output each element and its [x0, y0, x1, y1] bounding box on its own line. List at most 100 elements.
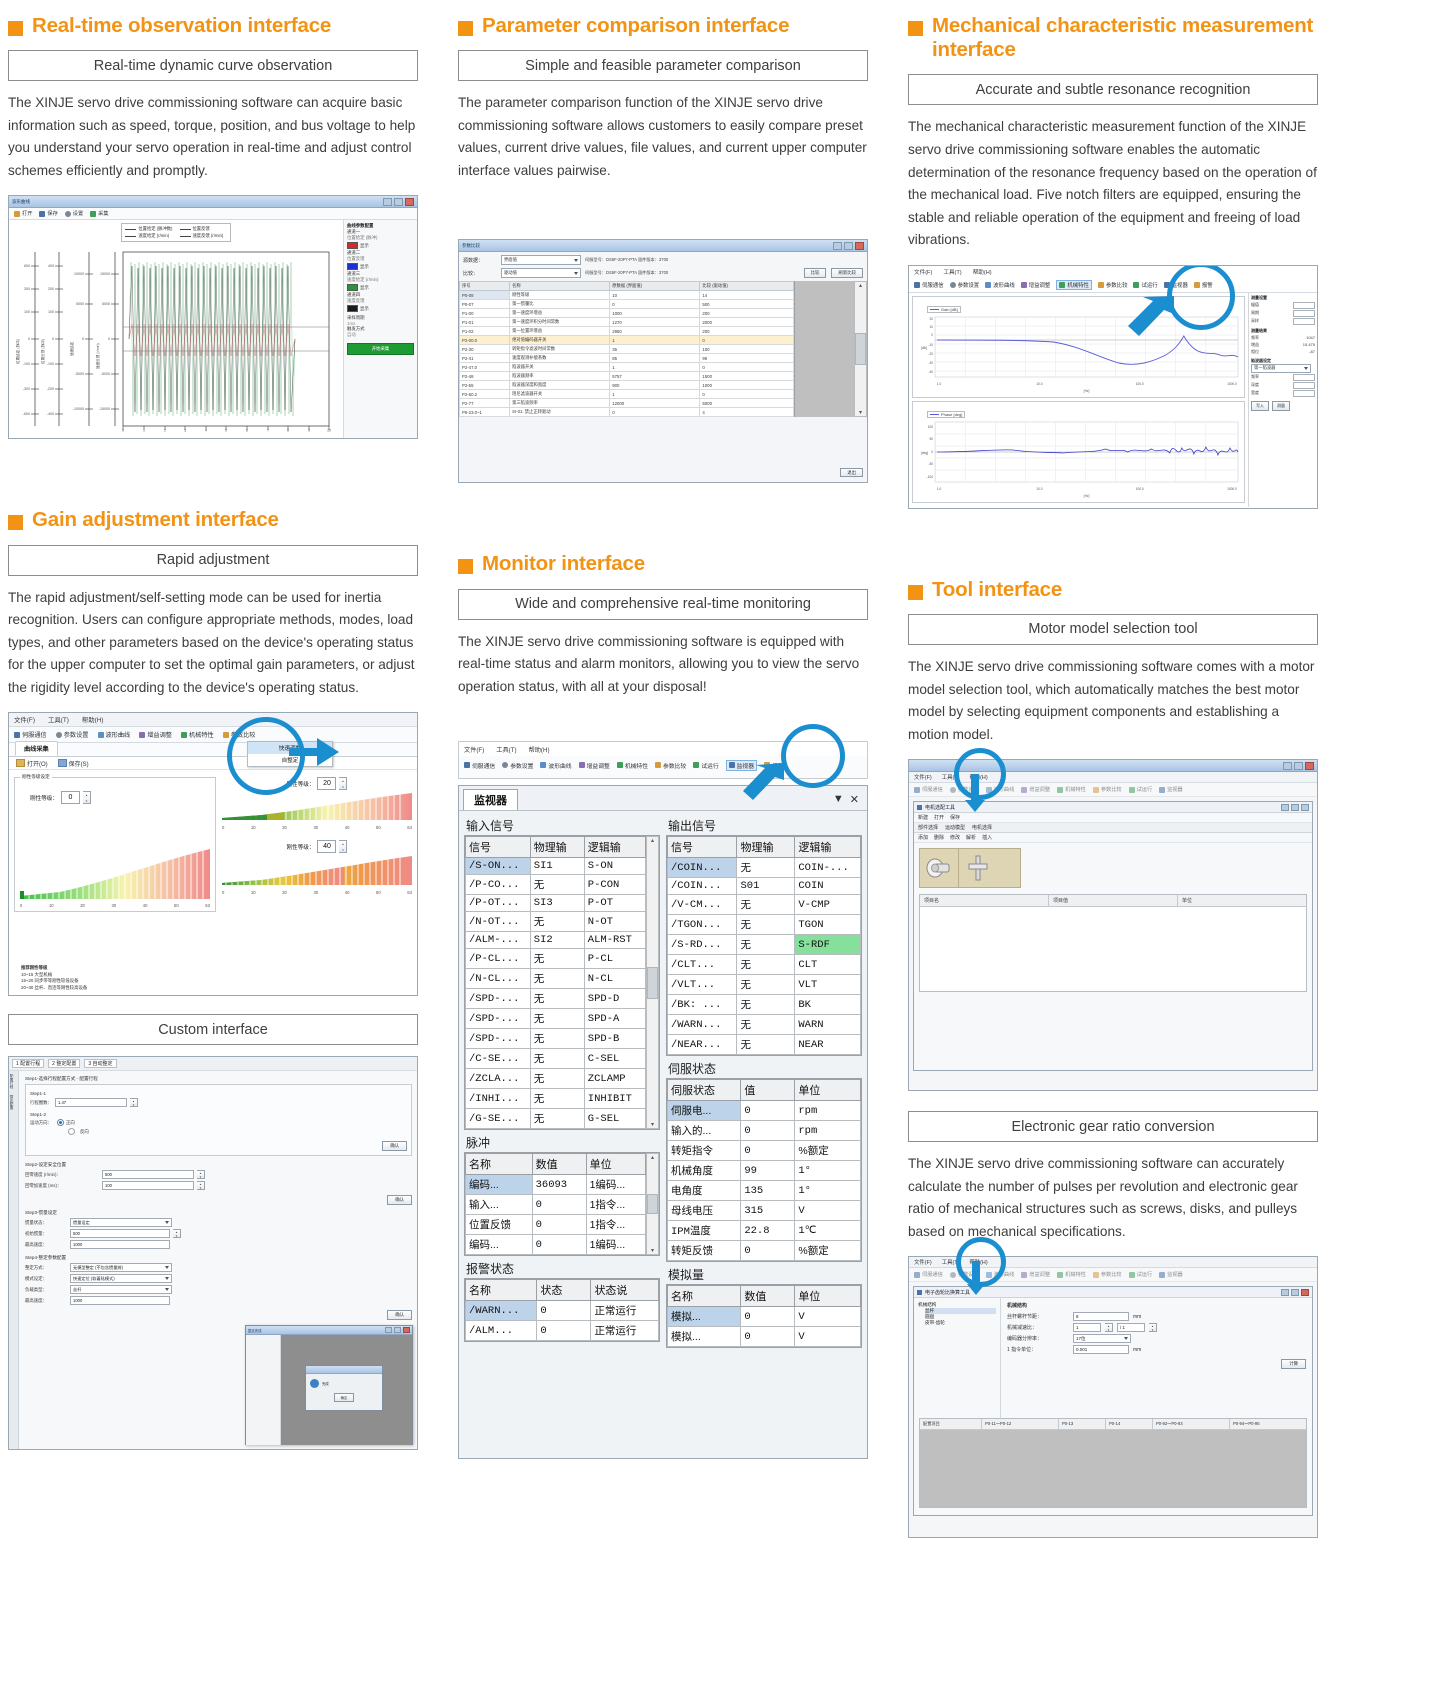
toolbar-servo-comm[interactable]: 伺服通信 [14, 730, 47, 739]
gain-tabstrip[interactable]: 曲线采集 [9, 741, 417, 758]
toolbar-param-compare[interactable]: 参数比较 [222, 730, 256, 739]
monitor-app-chrome[interactable]: 文件(F) 工具(T) 帮助(H) 伺服通信 参数设置 波形曲线 增益调整 机械… [458, 724, 868, 801]
menu-tools[interactable]: 工具(T) [943, 268, 961, 276]
toolbar-mech-char[interactable]: 机械特性 [181, 730, 214, 739]
table-row[interactable]: P5-23.0~1 SI-01: 禁止正转驱动 0 4 [459, 407, 794, 418]
compare-select[interactable]: 驱动值 [501, 268, 581, 279]
channel-block[interactable]: 通道一 位置给定 (脉冲) 显示 [347, 229, 414, 250]
action-modify[interactable]: 修改 [950, 834, 960, 841]
load-type-field[interactable]: 负载类型： 丝杆 [25, 1285, 412, 1295]
table-row[interactable]: P2-48 陷波器频率 5757 1500 [459, 371, 794, 382]
table-row[interactable]: /V-CM... 无 V-CMP [666, 894, 861, 916]
table-row[interactable]: /P-CL... 无 P-CL [465, 948, 647, 970]
gear-tree[interactable]: 机械结构 丝杆 圆盘 皮带-齿轮 [914, 1298, 1001, 1419]
start-acquire-button[interactable]: 开始采集 [347, 343, 414, 356]
app-menubar[interactable]: 文件(F) 工具(T) 帮助(H) [459, 742, 867, 757]
filter-freq[interactable]: 频率 [1251, 373, 1315, 381]
table-row[interactable]: /VLT... 无 VLT [666, 974, 861, 996]
gear-ratio-tool-window[interactable]: 电子齿轮比换算工具 机械结构 丝杆 圆盘 皮带-齿轮 机械结构 丝杆螺杆节距： [913, 1237, 1313, 1517]
action-insert[interactable]: 插入 [982, 834, 992, 841]
menu-help[interactable]: 帮助(H) [529, 745, 550, 754]
encoder-resolution-field[interactable]: 编码器分辨率： 17位 [1007, 1334, 1306, 1344]
field-stepper[interactable]: ▴ ▾ [129, 1098, 138, 1108]
measure-field[interactable]: 采样 [1251, 317, 1315, 325]
channel-block[interactable]: 通道四 速度反馈 显示 [347, 292, 414, 313]
table-row[interactable]: 模拟... 0 V [666, 1326, 861, 1348]
menu-file[interactable]: 文件(F) [14, 715, 35, 724]
toolbar-trial-run[interactable]: 试运行 [1133, 281, 1158, 289]
alarm-table[interactable]: 名称 状态 状态说 /WARN... 0 正常运行 /ALM... 0 正常运行 [464, 1279, 659, 1342]
input-signal-table[interactable]: 信号 物理输 逻辑输 /S-ON... SI1 S-ON /P-CO... 无 P-CO… [465, 836, 647, 1130]
travel-turns-field[interactable]: 行程圈数： 1.47 ▴ ▾ [30, 1098, 407, 1108]
menu-open[interactable]: 打开 [934, 814, 944, 821]
confirm-button[interactable]: 确认 [387, 1310, 412, 1321]
pulse-table-scrollbar[interactable]: ▴ ▾ [646, 1153, 659, 1256]
table-row[interactable]: P2-55 陷波器深度和宽度 900 1000 [459, 380, 794, 391]
toolbar-monitor[interactable]: 监视器 [725, 759, 758, 771]
field-stepper[interactable]: ▴ ▾ [1149, 1323, 1157, 1333]
field-value[interactable]: 1 [1073, 1323, 1101, 1333]
direction-field[interactable]: 运动方向： 正向 [30, 1119, 407, 1127]
toolbar-alarm[interactable]: 报警 [1193, 281, 1213, 289]
gain-dropdown-menu[interactable]: 快速调整 自整定 [247, 741, 333, 768]
tab-config-travel[interactable]: 1 配置行程 [12, 1059, 45, 1069]
tab-motor-select[interactable]: 电机选择 [972, 824, 992, 831]
analog-table[interactable]: 名称 数值 单位 模拟... 0 V 模拟... 0 V [666, 1285, 861, 1348]
toolbar-param-set[interactable]: 参数设置 [949, 786, 979, 793]
toolbar-gain-adjust[interactable]: 增益调整 [578, 761, 610, 770]
rigidity-value[interactable]: 0 [60, 791, 80, 805]
screenshot-monitor[interactable]: 监视器 ▼ ✕ 输入信号 信号 物理输 逻辑输 /S-ON... SI1 S-O… [458, 785, 868, 1460]
window-buttons[interactable] [1283, 761, 1314, 770]
table-row[interactable]: 位置反馈 0 1指令... [465, 1214, 647, 1236]
toolbar-waveform[interactable]: 波形曲线 [985, 786, 1014, 793]
toolbar-waveform[interactable]: 波形曲线 [985, 281, 1015, 289]
filter-width[interactable]: 宽度 [1251, 389, 1315, 397]
toolbar-save[interactable]: 保存 [39, 210, 58, 217]
table-row[interactable]: /S-ON... SI1 S-ON [465, 857, 647, 876]
field-stepper[interactable]: ▴ ▾ [173, 1229, 181, 1239]
measure-field[interactable]: 幅值 [1251, 301, 1315, 309]
table-row[interactable]: 输入的... 0 rpm [666, 1120, 861, 1142]
field-value[interactable]: 500 [102, 1170, 194, 1180]
toolbar-mech-char[interactable]: 机械特性 [1057, 1271, 1086, 1278]
toolbar-monitor[interactable]: 监视器 [1163, 281, 1188, 289]
toolbar-servo-comm[interactable]: 伺服通信 [914, 281, 944, 289]
menu-item-self-tuning[interactable]: 自整定 [248, 754, 332, 766]
toolbar-waveform[interactable]: 波形曲线 [540, 761, 572, 770]
table-row[interactable]: /INHI... 无 INHIBIT [465, 1088, 647, 1110]
reduction-ratio-field[interactable]: 机械减速比： 1 ▴ ▾ / 1 ▴ ▾ [1007, 1323, 1306, 1333]
table-row[interactable]: P2-77 第三陷波频率 12000 5000 [459, 398, 794, 409]
menu-help[interactable]: 帮助(H) [969, 773, 987, 781]
toolbar-mech-char[interactable]: 机械特性 [616, 761, 648, 770]
table-row[interactable]: /N-CL... 无 N-CL [465, 968, 647, 990]
table-row[interactable]: /P-OT... SI3 P-OT [465, 894, 647, 913]
embedded-dialog-screenshot[interactable]: 整定完成 完成 确定 [245, 1325, 413, 1446]
custom-tabs[interactable]: 1 配置行程 2 整定配置 3 自动整定 [9, 1057, 417, 1072]
toolbar-trial-run[interactable]: 试运行 [1128, 1271, 1152, 1278]
table-row[interactable]: /SPD-... 无 SPD-B [465, 1028, 647, 1050]
input-table-scrollbar[interactable]: ▴ ▾ [646, 836, 659, 1130]
collapse-icon[interactable]: ▼ [833, 793, 844, 806]
rigidity-value[interactable]: 20 [317, 777, 337, 791]
rigidity-stepper[interactable]: ▴ ▾ [339, 777, 348, 791]
toolbar-trial-run[interactable]: 试运行 [1128, 786, 1152, 793]
confirm-button[interactable]: 确认 [387, 1195, 412, 1206]
confirm-button[interactable]: 确认 [382, 1141, 407, 1152]
channel-btn[interactable]: 显示 [360, 264, 369, 270]
toolbar-servo-comm[interactable]: 伺服通信 [914, 1271, 943, 1278]
app-menubar[interactable]: 文件(F) 工具(T) 帮助(H) [909, 265, 1317, 278]
btn-open[interactable]: 打开(O) [16, 759, 48, 768]
tab-curve-acquire[interactable]: 曲线采集 [15, 741, 58, 757]
table-row-selected[interactable]: P2-00.0 绝对值编码器开关 1 0 [459, 335, 794, 346]
menu-tools[interactable]: 工具(T) [942, 1258, 960, 1266]
window-buttons[interactable] [383, 197, 414, 206]
action-parse[interactable]: 解析 [966, 834, 976, 841]
table-row[interactable]: 电角度 135 1° [666, 1180, 861, 1202]
rigidity-field-2[interactable]: 刚性等级： 40 ▴ ▾ [222, 840, 412, 854]
table-row[interactable]: /ALM-... SI2 ALM-RST [465, 931, 647, 950]
table-row[interactable]: /SPD-... 无 SPD-A [465, 1008, 647, 1030]
radio-forward[interactable]: 正向 [56, 1119, 75, 1127]
table-scrollbar[interactable]: ▴ ▾ [854, 281, 867, 418]
field-stepper[interactable]: ▴ ▾ [197, 1170, 205, 1180]
tab-tuning-config[interactable]: 2 整定配置 [48, 1059, 81, 1069]
